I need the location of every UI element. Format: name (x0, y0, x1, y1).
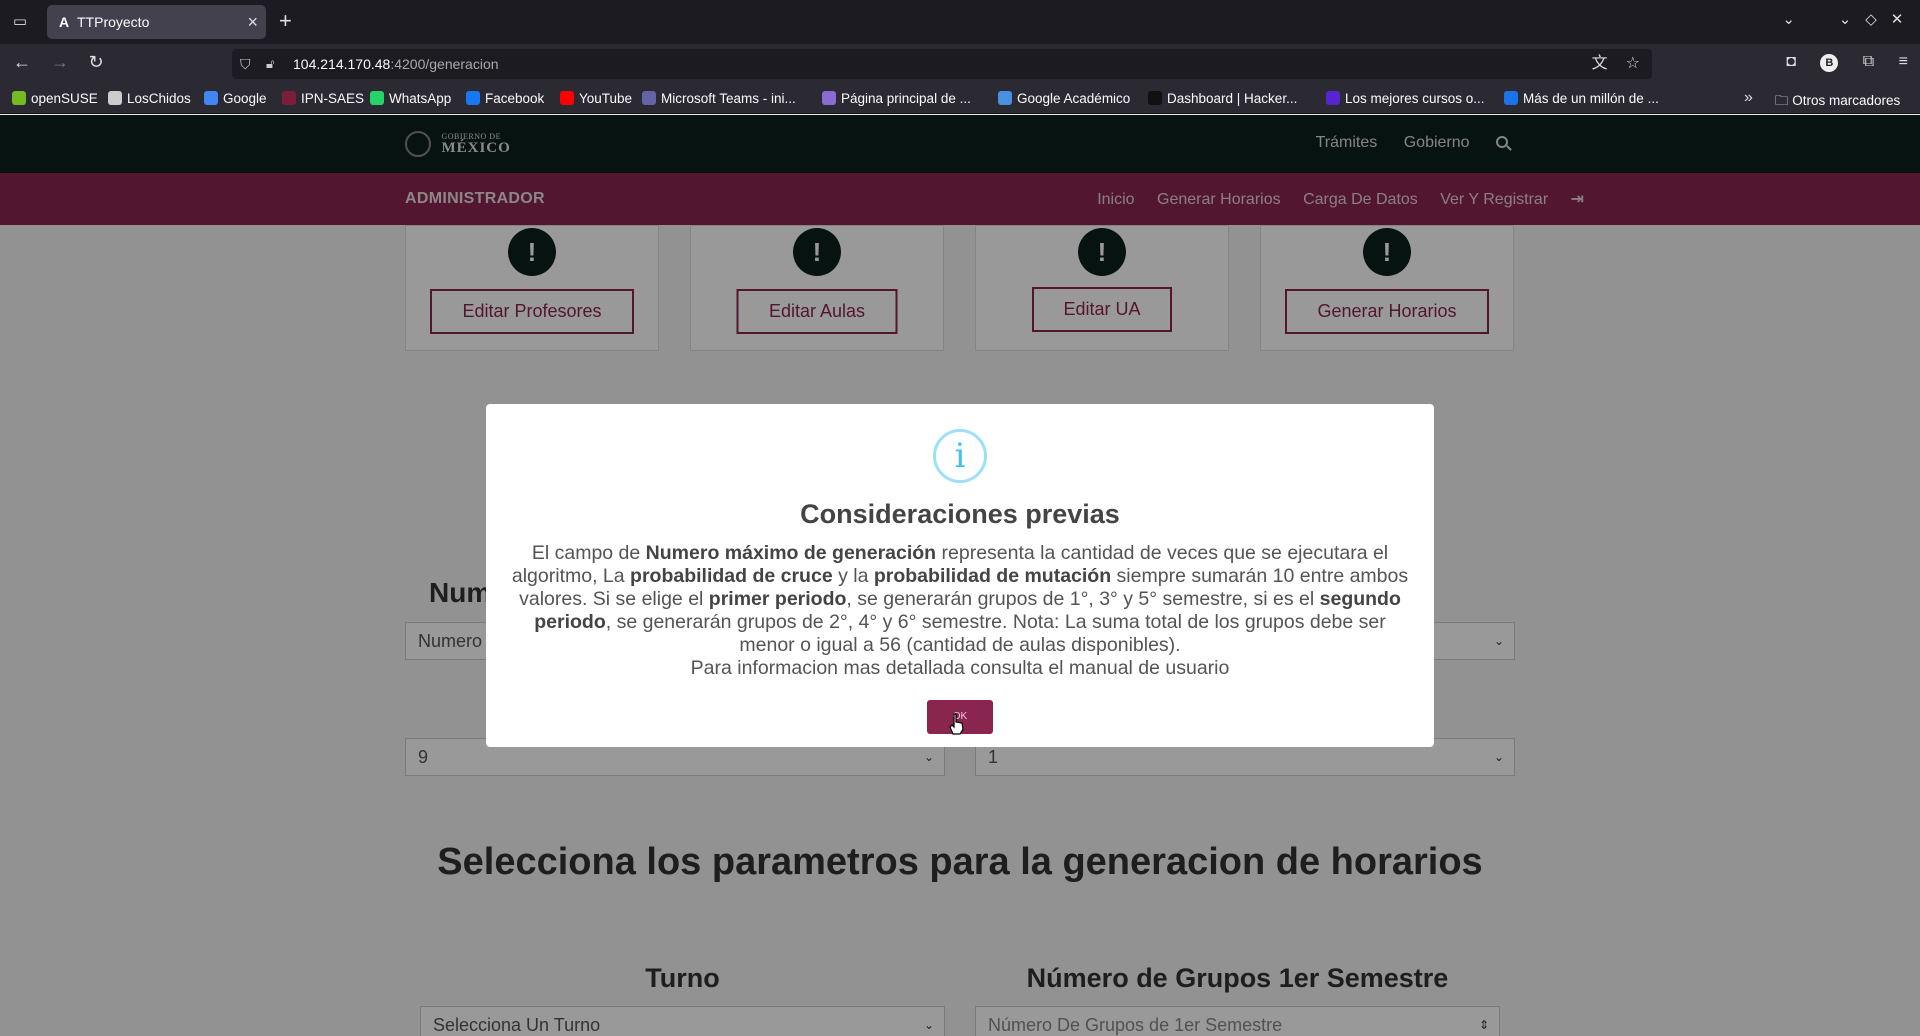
back-icon[interactable]: ← (10, 52, 34, 73)
bookmark-star-icon[interactable]: ☆ (1626, 55, 1640, 72)
info-modal: i Consideraciones previas El campo de Nu… (486, 404, 1434, 747)
bookmark-favicon-icon (466, 91, 480, 105)
bookmark-item[interactable]: Dashboard | Hacker... (1148, 91, 1297, 106)
lock-icon[interactable]: 🔓︎ (266, 49, 274, 79)
bookmark-favicon-icon (370, 91, 384, 105)
forward-icon[interactable]: → (48, 52, 72, 73)
reload-icon[interactable]: ↻ (84, 52, 108, 73)
bookmark-favicon-icon (998, 91, 1012, 105)
bookmark-favicon-icon (1326, 91, 1340, 105)
bookmark-item[interactable]: Google (204, 91, 267, 106)
browser-tab-bar: ▭ A TTProyecto × + ⌄ ⌄ ◇ ✕ (0, 0, 1920, 44)
other-bookmarks[interactable]: 🗀︎ Otros marcadores (1775, 91, 1900, 114)
bookmark-favicon-icon (1148, 91, 1162, 105)
hand-cursor-icon (949, 713, 964, 735)
bookmark-item[interactable]: Facebook (466, 91, 544, 106)
bookmark-favicon-icon (560, 91, 574, 105)
bookmark-item[interactable]: openSUSE (12, 91, 98, 106)
tab-list-icon[interactable]: ▭ (10, 12, 30, 32)
extensions-icon[interactable]: ⧉ (1863, 53, 1874, 71)
tab-title: TTProyecto (77, 14, 150, 30)
toolbar-right: ◘ B ⧉ ≡ (1766, 53, 1908, 72)
bookmark-item[interactable]: Página principal de ... (822, 91, 971, 106)
info-icon: i (933, 429, 987, 483)
close-window-icon[interactable]: ✕ (1884, 10, 1910, 28)
bookmarks-bar: » 🗀︎ Otros marcadores openSUSE LosChidos G… (0, 84, 1920, 114)
bookmark-item[interactable]: LosChidos (108, 91, 191, 106)
bookmark-item[interactable]: WhatsApp (370, 91, 451, 106)
url-host: 104.214.170.48 (293, 56, 391, 72)
bookmark-item[interactable]: Microsoft Teams - ini... (642, 91, 796, 106)
profile-avatar[interactable]: B (1820, 54, 1839, 72)
bookmark-item[interactable]: Más de un millón de ... (1504, 91, 1659, 106)
shield-icon[interactable]: ⛉ (240, 49, 251, 79)
translate-icon[interactable]: 文 (1592, 55, 1608, 72)
bookmark-favicon-icon (204, 91, 218, 105)
list-all-tabs-icon[interactable]: ⌄ (1782, 10, 1795, 28)
more-bookmarks-icon[interactable]: » (1744, 89, 1753, 107)
browser-nav-bar: ← → ↻ ⛉ 🔓︎ 104.214.170.48:4200/generacio… (0, 44, 1920, 84)
bookmark-favicon-icon (108, 91, 122, 105)
url-path: :4200/generacion (390, 56, 499, 72)
minimize-icon[interactable]: ⌄ (1832, 10, 1858, 28)
url-bar[interactable]: ⛉ 🔓︎ 104.214.170.48:4200/generacion 文 ☆ (232, 49, 1652, 79)
close-tab-icon[interactable]: × (247, 5, 258, 39)
bookmark-favicon-icon (1504, 91, 1518, 105)
bookmark-favicon-icon (822, 91, 836, 105)
angular-favicon-icon: A (58, 14, 70, 30)
menu-icon[interactable]: ≡ (1899, 53, 1908, 71)
new-tab-icon[interactable]: + (279, 8, 292, 34)
bookmark-favicon-icon (12, 91, 26, 105)
bookmark-favicon-icon (642, 91, 656, 105)
bookmark-item[interactable]: IPN-SAES (282, 91, 364, 106)
bookmark-item[interactable]: Google Académico (998, 91, 1130, 106)
pocket-icon[interactable]: ◘ (1786, 53, 1796, 71)
bookmark-item[interactable]: Los mejores cursos o... (1326, 91, 1485, 106)
modal-body: El campo de Numero máximo de generación … (511, 542, 1409, 679)
folder-icon: 🗀︎ (1775, 93, 1793, 108)
bookmark-favicon-icon (282, 91, 296, 105)
bookmark-item[interactable]: YouTube (560, 91, 632, 106)
browser-tab[interactable]: A TTProyecto × (47, 5, 266, 39)
modal-title: Consideraciones previas (800, 499, 1120, 529)
window-controls: ⌄ ◇ ✕ (1832, 10, 1910, 28)
maximize-icon[interactable]: ◇ (1858, 10, 1884, 28)
